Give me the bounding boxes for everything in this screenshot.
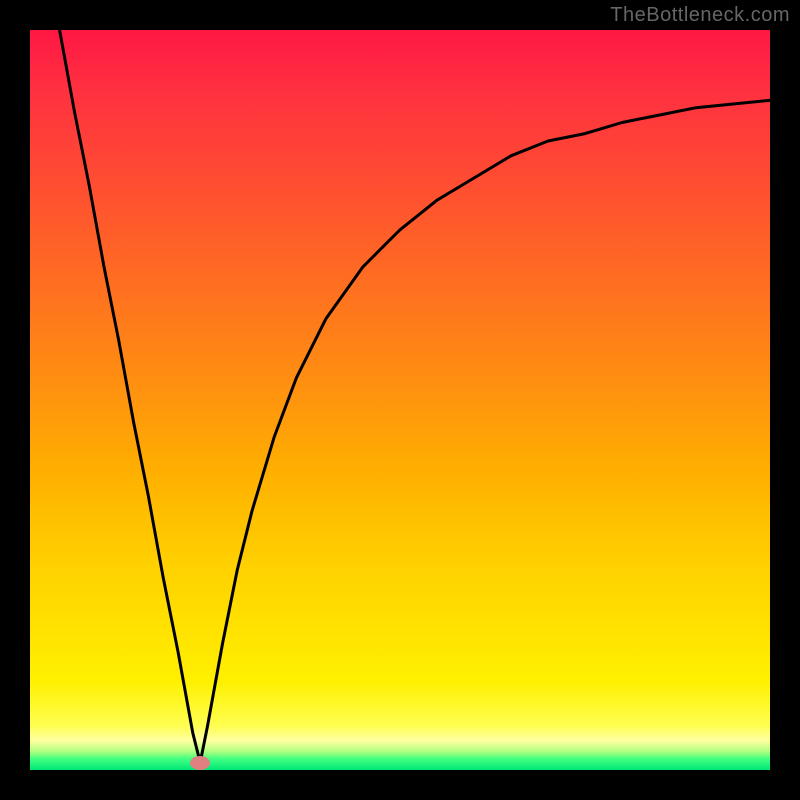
watermark-text: TheBottleneck.com [610,4,790,27]
plot-area [30,30,770,770]
curve-right [200,100,770,762]
minimum-marker [190,756,210,770]
chart-frame: TheBottleneck.com [0,0,800,800]
curve-left [60,30,201,763]
curve-svg [30,30,770,770]
